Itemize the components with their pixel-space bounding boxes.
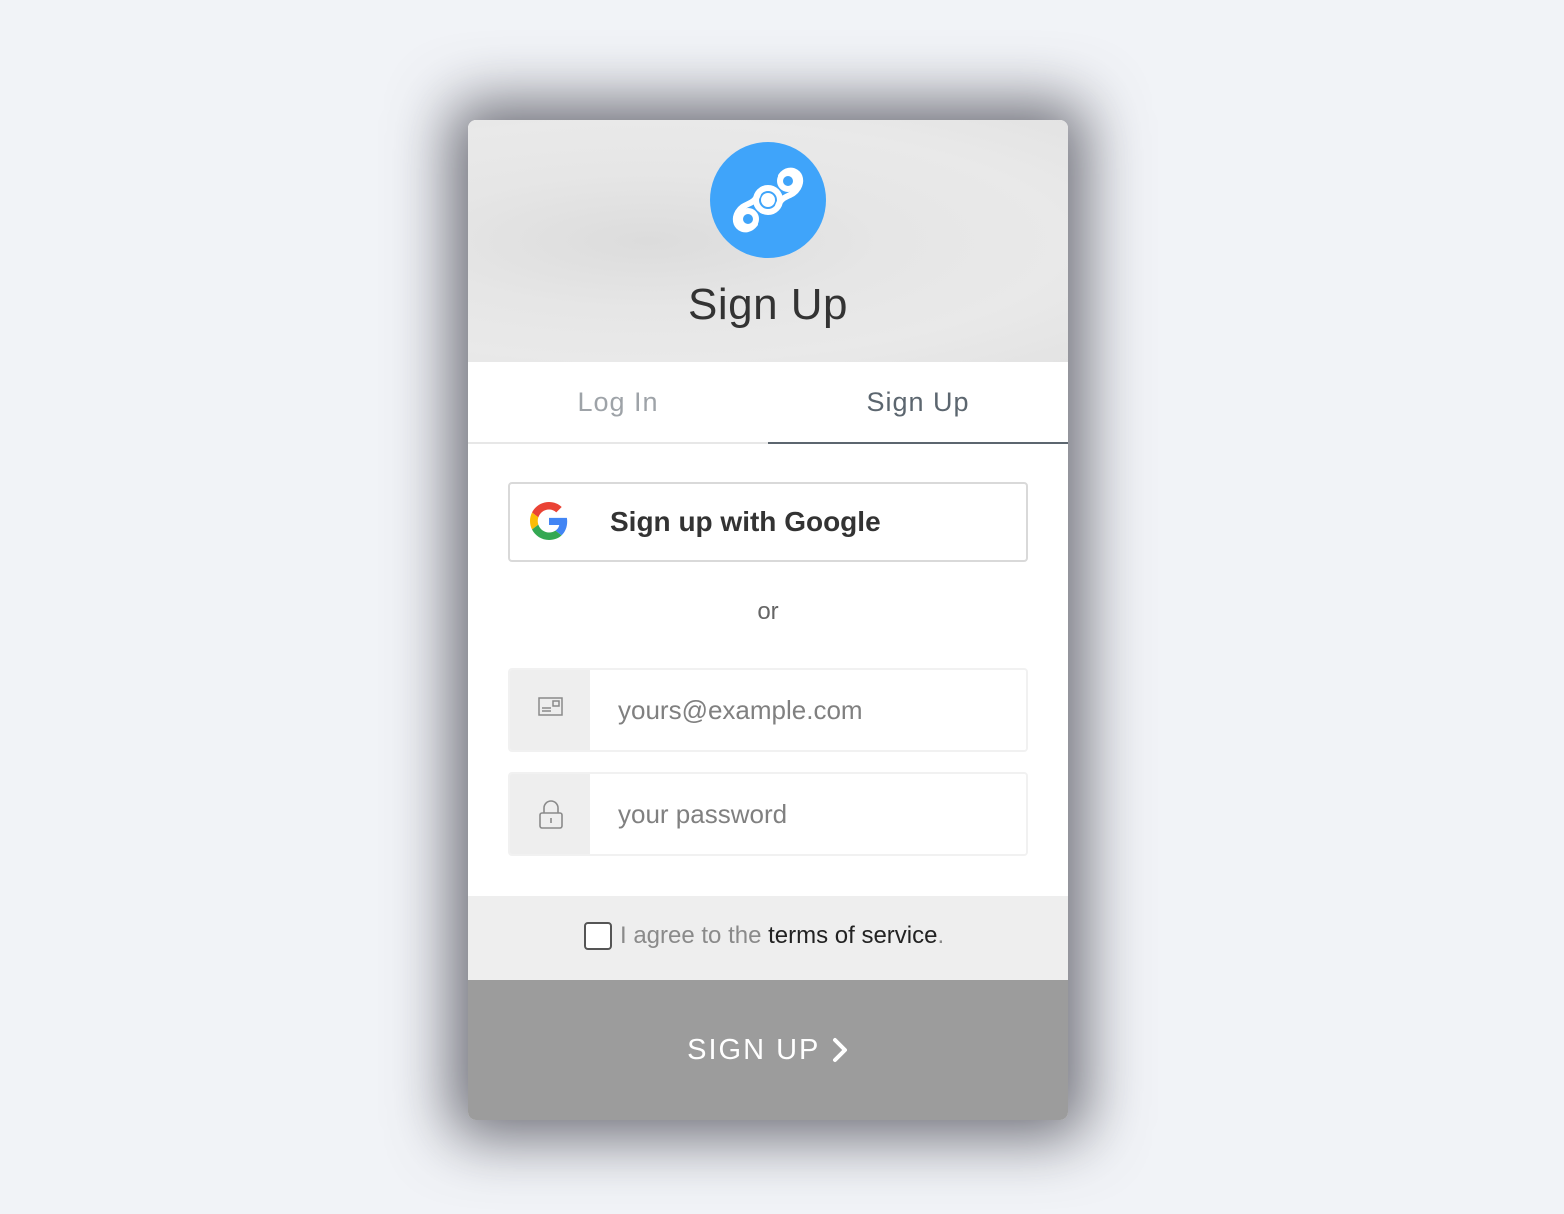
google-signup-button[interactable]: Sign up with Google xyxy=(508,482,1028,562)
signup-card: Sign Up Log In Sign Up Sign up with Goog… xyxy=(468,120,1068,1120)
google-icon xyxy=(530,502,568,540)
card-header: Sign Up xyxy=(468,120,1068,362)
auth-tabs: Log In Sign Up xyxy=(468,362,1068,444)
password-icon-box xyxy=(510,774,590,854)
terms-bar: I agree to the terms of service. xyxy=(468,896,1068,980)
or-divider: or xyxy=(757,598,779,625)
terms-prefix: I agree to the xyxy=(620,922,769,949)
email-icon-box xyxy=(510,670,590,750)
helium-logo-icon xyxy=(710,142,826,258)
chevron-right-icon xyxy=(832,1038,847,1062)
terms-of-service-link[interactable]: terms of service xyxy=(768,922,937,949)
password-input[interactable] xyxy=(590,774,1026,854)
sign-up-submit-button[interactable]: SIGN UP xyxy=(468,980,1068,1120)
terms-text: I agree to the terms of service. xyxy=(620,922,944,950)
tab-log-in[interactable]: Log In xyxy=(468,362,768,442)
email-field xyxy=(508,668,1028,752)
envelope-icon xyxy=(538,697,563,716)
tab-sign-up[interactable]: Sign Up xyxy=(768,362,1068,444)
terms-checkbox[interactable] xyxy=(584,922,612,950)
submit-label: SIGN UP xyxy=(687,1034,821,1066)
lock-icon xyxy=(539,800,563,829)
submit-content: SIGN UP xyxy=(468,980,1068,1120)
password-field xyxy=(508,772,1028,856)
page-title: Sign Up xyxy=(687,280,849,329)
email-input[interactable] xyxy=(590,670,1026,750)
terms-suffix: . xyxy=(937,922,945,949)
google-signup-label: Sign up with Google xyxy=(610,506,881,537)
